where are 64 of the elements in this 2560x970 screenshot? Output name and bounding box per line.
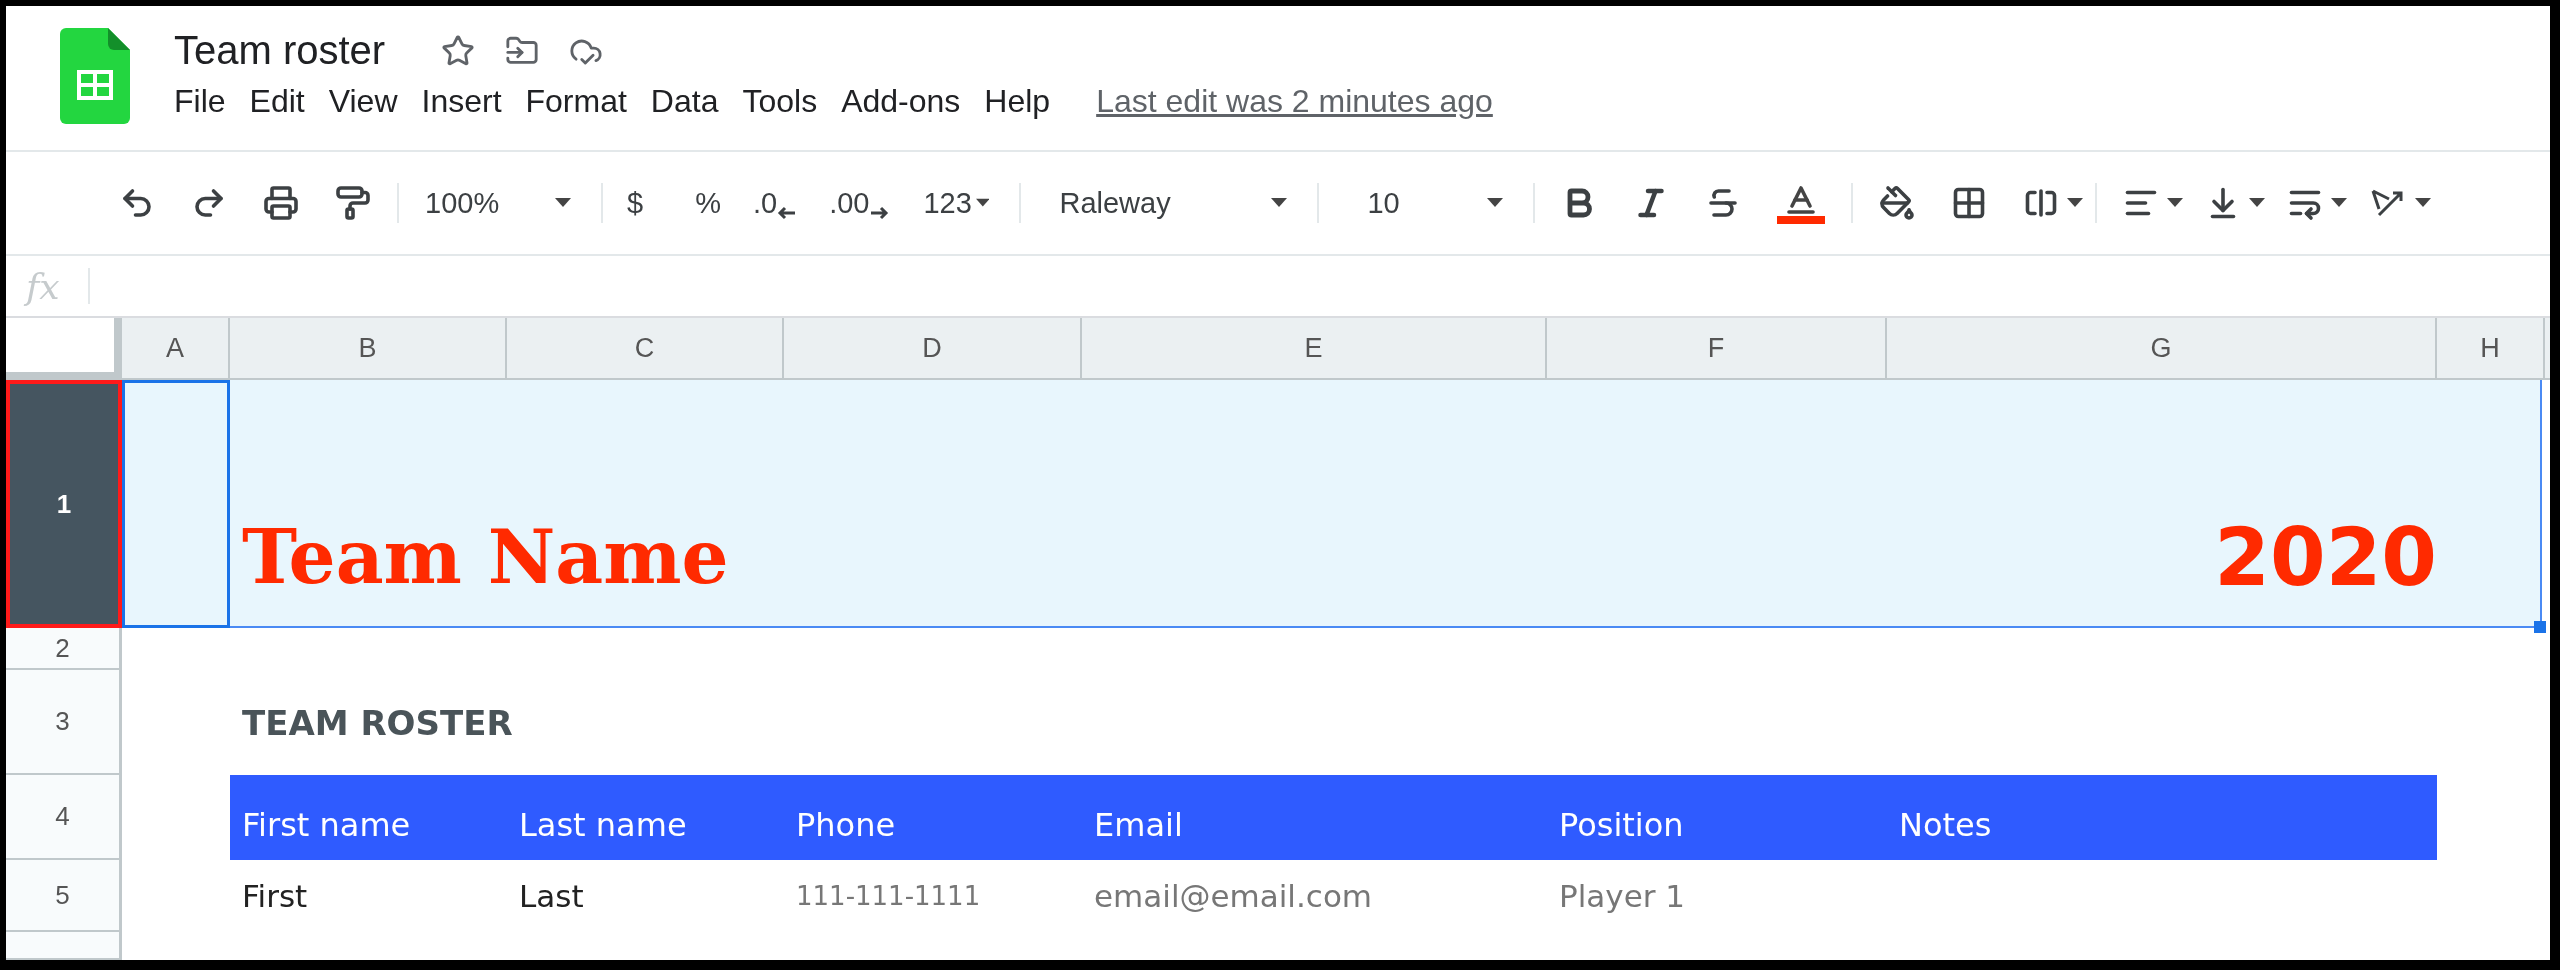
zoom-dropdown[interactable]: 100% <box>425 186 575 220</box>
document-title[interactable]: Team roster <box>174 28 386 73</box>
column-header[interactable]: E <box>1082 318 1547 380</box>
percent-button[interactable]: % <box>695 186 721 220</box>
menu-item[interactable]: File <box>174 83 238 120</box>
currency-button[interactable]: $ <box>627 186 644 220</box>
table-cell: Player 1 <box>1559 878 1686 914</box>
row-header[interactable]: 3 <box>6 670 122 775</box>
table-header: Last name <box>519 805 687 844</box>
row-header[interactable]: 5 <box>6 860 122 932</box>
font-size-dropdown[interactable]: 10 <box>1367 186 1508 220</box>
increase-decimals-button[interactable]: .00 <box>829 186 890 220</box>
fill-color-icon[interactable] <box>1879 185 1916 221</box>
column-header[interactable]: A <box>122 318 230 380</box>
menu-item[interactable]: Edit <box>237 83 317 120</box>
caret-icon <box>2067 198 2084 208</box>
team-name: Team Name <box>241 514 729 602</box>
menu-item[interactable]: Data <box>638 83 731 120</box>
table-header: Phone <box>796 805 896 844</box>
caret-icon <box>2331 198 2348 208</box>
row-header[interactable]: 2 <box>6 628 122 670</box>
caret-icon <box>1487 198 1504 208</box>
column-header[interactable]: G <box>1887 318 2437 380</box>
section-heading: TEAM ROSTER <box>241 702 513 743</box>
column-header[interactable]: D <box>784 318 1082 380</box>
decrease-decimals-button[interactable]: .0 <box>752 186 798 220</box>
column-header[interactable]: H <box>2437 318 2545 380</box>
table-header: Email <box>1094 805 1183 844</box>
caret-icon <box>1271 198 1288 208</box>
table-cell: Last <box>519 878 584 914</box>
caret-icon <box>2249 198 2266 208</box>
column-header[interactable]: C <box>507 318 784 380</box>
number-format-dropdown[interactable]: 123 <box>923 186 994 220</box>
paint-format-icon[interactable] <box>335 185 371 221</box>
caret-icon <box>975 198 990 208</box>
menu-item[interactable]: Tools <box>730 83 830 120</box>
column-header[interactable]: B <box>230 318 507 380</box>
star-icon[interactable] <box>441 33 476 68</box>
menu-item[interactable]: View <box>316 83 410 120</box>
print-icon[interactable] <box>263 185 299 221</box>
column-header[interactable]: F <box>1547 318 1887 380</box>
caret-icon <box>2167 198 2184 208</box>
row-header[interactable]: 1 <box>6 380 122 628</box>
table-cell: First <box>242 878 308 914</box>
active-cell[interactable] <box>122 380 230 628</box>
row-header[interactable]: 4 <box>6 775 122 860</box>
fill-handle[interactable] <box>2534 621 2546 633</box>
menu-item[interactable]: Help <box>972 83 1063 120</box>
menu-item[interactable]: Insert <box>409 83 514 120</box>
table-header: First name <box>242 805 411 844</box>
table-header: Notes <box>1899 805 1992 844</box>
menu-item[interactable]: Add-ons <box>829 83 973 120</box>
last-edit-link[interactable]: Last edit was 2 minutes ago <box>1096 83 1493 120</box>
year-text: 2020 <box>2214 511 2437 606</box>
table-cell: email@email.com <box>1094 878 1373 914</box>
spreadsheet-logo[interactable] <box>60 28 130 124</box>
left-arrow-icon <box>777 205 798 220</box>
menu-item[interactable]: Format <box>513 83 639 120</box>
table-header: Position <box>1559 805 1684 844</box>
caret-icon <box>2415 198 2432 208</box>
table-cell: 111-111-1111 <box>796 881 981 911</box>
right-arrow-icon <box>869 205 890 220</box>
font-dropdown[interactable]: Raleway <box>1059 186 1292 220</box>
caret-icon <box>555 198 571 208</box>
